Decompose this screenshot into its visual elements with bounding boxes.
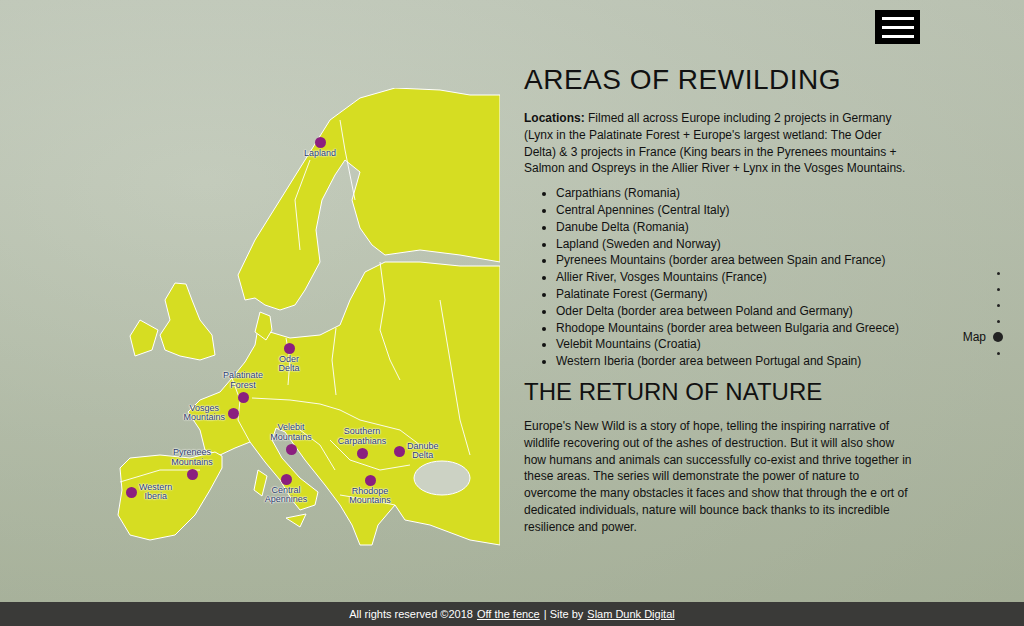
nav-dot-icon[interactable] — [997, 272, 1000, 275]
pin-dot-icon[interactable] — [228, 408, 239, 419]
footer: All rights reserved ©2018 Off the fence | … — [0, 602, 1024, 626]
pin-dot-icon[interactable] — [238, 392, 249, 403]
pin-dot-icon[interactable] — [284, 343, 295, 354]
menu-bar-icon — [882, 17, 914, 20]
section-paragraph: Europe's New Wild is a story of hope, te… — [524, 418, 914, 536]
areas-list-item: Rhodope Mountains (border area between B… — [556, 320, 914, 337]
nav-dot-icon[interactable] — [997, 320, 1000, 323]
areas-list-item: Carpathians (Romania) — [556, 185, 914, 202]
side-nav-item[interactable] — [992, 313, 1004, 329]
footer-text: | Site by — [544, 608, 584, 620]
footer-link[interactable]: Slam Dunk Digital — [587, 608, 674, 620]
nav-dot-icon[interactable] — [997, 304, 1000, 307]
pin-label: Danube Delta — [407, 442, 439, 461]
areas-list-item: Lapland (Sweden and Norway) — [556, 236, 914, 253]
areas-list-item: Danube Delta (Romania) — [556, 219, 914, 236]
nav-dot-icon[interactable] — [993, 332, 1003, 342]
areas-list-item: Western Iberia (border area between Port… — [556, 353, 914, 370]
pin-dot-icon[interactable] — [286, 444, 297, 455]
pin-dot-icon[interactable] — [281, 474, 292, 485]
text-column: AREAS OF REWILDING Locations: Filmed all … — [524, 62, 914, 536]
side-nav-dot-box[interactable] — [992, 272, 1004, 275]
pin-label: Southern Carpathians — [338, 427, 387, 446]
pin-dot-icon[interactable] — [394, 446, 405, 457]
areas-list-item: Allier River, Vosges Mountains (France) — [556, 269, 914, 286]
map-area: Lapland Oder Delta Palatinate Forest Vosges… — [110, 88, 500, 548]
side-nav-dot-box[interactable] — [992, 332, 1004, 342]
pin-dot-icon[interactable] — [126, 487, 137, 498]
pin-dot-icon[interactable] — [365, 475, 376, 486]
side-nav-item[interactable]: Map — [963, 329, 1004, 345]
side-nav: Map — [963, 265, 1004, 361]
side-nav-dot-box[interactable] — [992, 304, 1004, 307]
locations-label: Locations: — [524, 111, 585, 125]
pin-label: Velebit Mountains — [270, 423, 312, 442]
pin-label: Oder Delta — [278, 355, 299, 374]
side-nav-dot-box[interactable] — [992, 288, 1004, 291]
nav-dot-icon[interactable] — [997, 288, 1000, 291]
areas-list: Carpathians (Romania)Central Apennines (… — [524, 185, 914, 370]
pin-label: Vosges Mountains — [183, 404, 225, 423]
areas-list-item: Central Apennines (Central Italy) — [556, 202, 914, 219]
side-nav-dot-box[interactable] — [992, 320, 1004, 323]
mainland-shape — [188, 262, 500, 545]
sicily-shape — [286, 514, 306, 527]
pin-label: Rhodope Mountains — [349, 487, 391, 506]
side-nav-item[interactable] — [992, 281, 1004, 297]
menu-bar-icon — [882, 26, 914, 29]
pin-dot-icon[interactable] — [315, 137, 326, 148]
side-nav-item[interactable] — [992, 345, 1004, 361]
areas-list-item: Velebit Mountains (Croatia) — [556, 336, 914, 353]
footer-link[interactable]: Off the fence — [477, 608, 540, 620]
pin-dot-icon[interactable] — [187, 469, 198, 480]
country-borders — [120, 120, 470, 505]
locations-paragraph: Locations: Filmed all across Europe incl… — [524, 110, 914, 177]
nav-dot-icon[interactable] — [997, 352, 1000, 355]
areas-list-item: Palatinate Forest (Germany) — [556, 286, 914, 303]
background-photo: Lapland Oder Delta Palatinate Forest Vosges… — [0, 0, 1024, 602]
pin-label: Palatinate Forest — [223, 371, 263, 390]
pin-label: Pyrenees Mountains — [171, 448, 213, 467]
sardinia-shape — [254, 470, 267, 496]
ireland-shape — [130, 320, 158, 356]
pin-label: Central Apennines — [265, 486, 308, 505]
britain-shape — [160, 283, 215, 360]
areas-list-item: Pyrenees Mountains (border area between … — [556, 252, 914, 269]
menu-bar-icon — [882, 35, 914, 38]
footer-text: All rights reserved ©2018 — [349, 608, 473, 620]
pin-label: Lapland — [304, 149, 336, 158]
page: Lapland Oder Delta Palatinate Forest Vosges… — [0, 0, 1024, 626]
side-nav-item[interactable] — [992, 265, 1004, 281]
section-title: THE RETURN OF NATURE — [524, 376, 914, 408]
pin-dot-icon[interactable] — [357, 448, 368, 459]
side-nav-item[interactable] — [992, 297, 1004, 313]
menu-button[interactable] — [875, 10, 920, 44]
side-nav-label[interactable]: Map — [963, 330, 986, 344]
page-title: AREAS OF REWILDING — [524, 62, 914, 98]
pin-label: Western Iberia — [139, 483, 172, 502]
black-sea — [414, 461, 470, 495]
areas-list-item: Oder Delta (border area between Poland a… — [556, 303, 914, 320]
side-nav-dot-box[interactable] — [992, 352, 1004, 355]
denmark-shape — [255, 312, 272, 340]
